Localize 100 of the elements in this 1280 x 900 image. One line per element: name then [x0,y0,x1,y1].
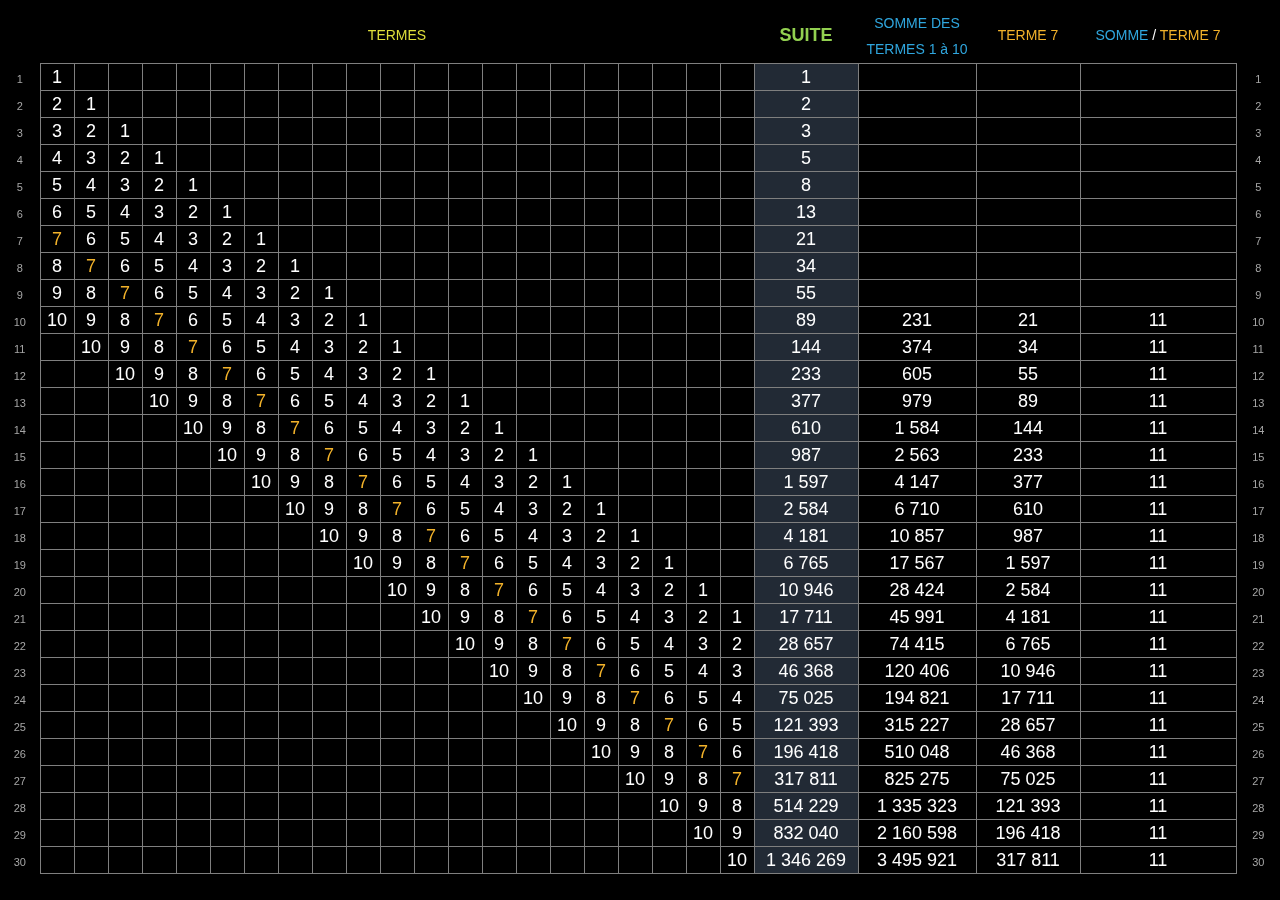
table-cell: 5 [550,576,584,604]
row-number: 30 [13,855,26,868]
table-cell: 121 393 [976,792,1080,820]
table-cell: 7 [584,657,618,685]
table-cell: 10 [210,441,244,469]
table-cell: 3 [516,495,550,523]
table-cell: 4 [278,333,312,361]
table-cell: 28 424 [858,576,976,604]
table-cell: 2 [414,387,448,415]
table-cell: 11 [1080,495,1236,523]
table-cell: 3 [414,414,448,442]
table-cell: 6 [482,549,516,577]
table-cell: 4 [40,144,74,172]
row-number: 13 [13,396,26,409]
table-cell: 11 [1080,765,1236,793]
row-number: 17 [13,504,26,517]
table-cell: 4 [74,171,108,199]
row-number: 9 [16,288,23,301]
table-cell: 8 [516,630,550,658]
row-number: 21 [13,612,26,625]
table-cell: 5 [40,171,74,199]
table-cell: 2 [380,360,414,388]
table-cell: 4 [346,387,380,415]
table-cell: 3 [754,117,858,145]
table-cell: 5 [584,603,618,631]
table-cell: 1 [210,198,244,226]
row-number: 20 [13,585,26,598]
table-cell: 825 275 [858,765,976,793]
table-cell: 8 [414,549,448,577]
table-cell: 6 [618,657,652,685]
row-number: 22 [1252,639,1265,652]
table-cell: 610 [754,414,858,442]
table-cell: 4 [312,360,346,388]
table-cell: 4 [244,306,278,334]
table-cell: 8 [244,414,278,442]
row-number: 3 [16,126,23,139]
table-cell: 4 147 [858,468,976,496]
row-number: 25 [13,720,26,733]
row-number: 24 [13,693,26,706]
table-cell: 1 [244,225,278,253]
table-cell: 3 [720,657,754,685]
table-cell: 5 [74,198,108,226]
table-cell: 9 [550,684,584,712]
table-cell: 231 [858,306,976,334]
table-cell: 6 [278,387,312,415]
table-cell: 6 [516,576,550,604]
table-cell: 4 [176,252,210,280]
row-number: 13 [1252,396,1265,409]
row-number: 9 [1255,288,1262,301]
table-cell: 120 406 [858,657,976,685]
table-cell: 1 [448,387,482,415]
table-cell: 10 [482,657,516,685]
table-cell: 9 [618,738,652,766]
table-cell: 5 [244,333,278,361]
table-cell: 10 [414,603,448,631]
table-cell: 9 [346,522,380,550]
row-number: 4 [16,153,23,166]
table-cell: 11 [1080,738,1236,766]
row-number: 26 [13,747,26,760]
table-cell: 4 [210,279,244,307]
table-cell: 8 [176,360,210,388]
table-cell: 8 [720,792,754,820]
table-cell: 2 [482,441,516,469]
table-cell: 5 [346,414,380,442]
table-cell: 4 [550,549,584,577]
table-cell: 5 [448,495,482,523]
table-cell: 2 [550,495,584,523]
row-number: 25 [1252,720,1265,733]
table-cell: 3 [210,252,244,280]
table-cell: 46 368 [976,738,1080,766]
row-number: 19 [1252,558,1265,571]
row-number: 7 [16,234,23,247]
table-cell: 11 [1080,711,1236,739]
table-cell: 11 [1080,387,1236,415]
table-cell: 1 597 [976,549,1080,577]
row-number: 19 [13,558,26,571]
table-cell: 1 [40,63,74,91]
table-cell: 7 [686,738,720,766]
row-number: 2 [16,99,23,112]
table-cell: 8 [584,684,618,712]
table-cell: 1 [278,252,312,280]
table-cell: 9 [414,576,448,604]
row-number: 12 [1252,369,1265,382]
table-cell: 2 [686,603,720,631]
table-cell: 315 227 [858,711,976,739]
row-number: 4 [1255,153,1262,166]
table-cell: 4 [380,414,414,442]
table-cell: 10 [686,819,720,847]
table-cell: 1 [380,333,414,361]
table-cell: 5 [210,306,244,334]
row-number: 29 [1252,828,1265,841]
column-header: TERME 7 [997,26,1059,45]
table-cell: 10 [244,468,278,496]
table-cell: 9 [380,549,414,577]
table-cell: 987 [754,441,858,469]
table-cell: 9 [686,792,720,820]
table-cell: 1 [176,171,210,199]
table-cell: 9 [74,306,108,334]
table-cell: 7 [618,684,652,712]
table-cell: 1 584 [858,414,976,442]
